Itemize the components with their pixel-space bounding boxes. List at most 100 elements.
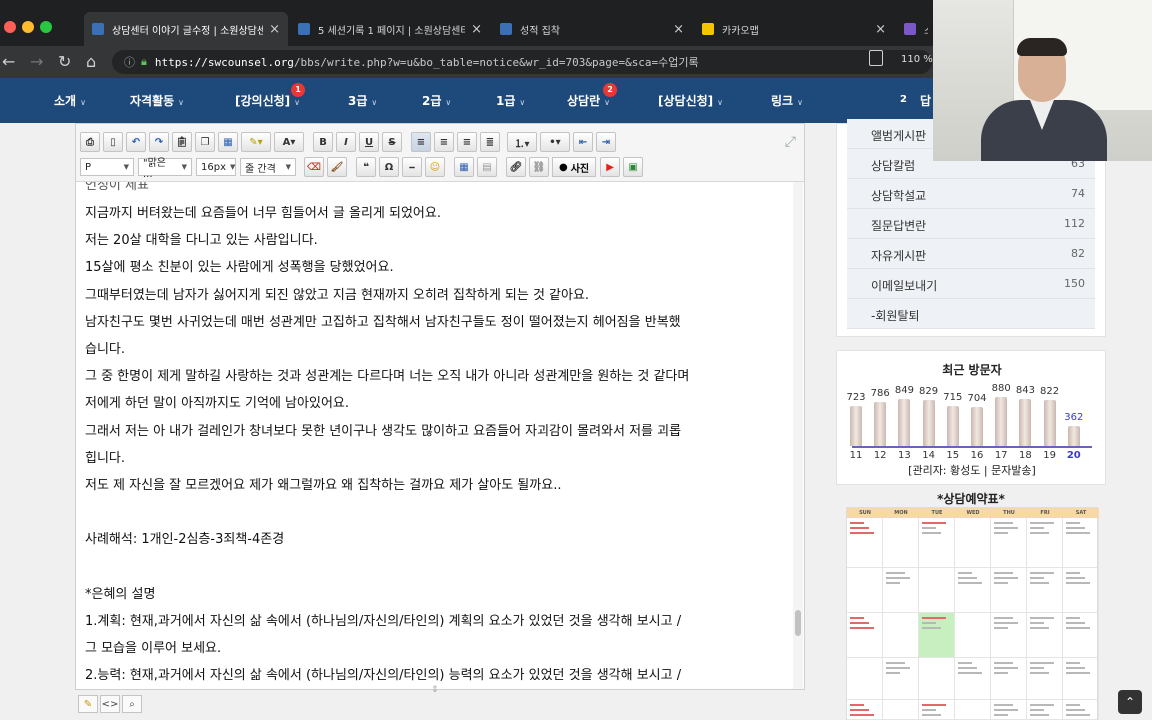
unlink-icon[interactable]: ⛓︎ [529, 157, 549, 177]
calendar-cell[interactable] [1027, 700, 1063, 720]
unordered-list-icon[interactable]: •▾ [540, 132, 570, 152]
home-icon[interactable]: ⌂ [86, 52, 96, 72]
nav-item-1[interactable]: 자격활동 ∨ [130, 92, 184, 109]
calendar-cell[interactable] [883, 658, 919, 700]
calendar-cell[interactable] [955, 568, 991, 613]
calendar-cell[interactable] [919, 613, 955, 658]
align-justify-icon[interactable]: ≣ [480, 132, 500, 152]
calendar-cell[interactable] [919, 700, 955, 720]
font-size-select[interactable]: 16px ▼ [196, 158, 236, 176]
print-icon[interactable]: ⎙ [80, 132, 100, 152]
format-brush-icon[interactable]: 🖌︎ [327, 157, 347, 177]
calendar-cell[interactable] [955, 518, 991, 568]
calendar-cell[interactable] [991, 700, 1027, 720]
fullscreen-icon[interactable]: ⤢ [785, 134, 796, 150]
calendar-cell[interactable] [1027, 568, 1063, 613]
calendar-cell[interactable] [1027, 613, 1063, 658]
select-all-icon[interactable]: ▦ [218, 132, 238, 152]
calendar-cell[interactable] [847, 613, 883, 658]
outdent-icon[interactable]: ⇤ [573, 132, 593, 152]
italic-button[interactable]: I [336, 132, 356, 152]
calendar-cell[interactable] [991, 613, 1027, 658]
maximize-window-button[interactable] [40, 21, 52, 33]
sidebar-item[interactable]: 질문답변란 112 [847, 209, 1095, 239]
editor-scrollbar[interactable] [793, 182, 803, 689]
sidebar-item[interactable]: 이메일보내기 150 [847, 269, 1095, 299]
editor-content[interactable]: 언정이 제표 지금까지 버텨왔는데 요즘들어 너무 힘들어서 글 올리게 되었어… [76, 182, 791, 689]
calendar-cell[interactable] [1063, 613, 1099, 658]
back-arrow-icon[interactable]: ← [2, 52, 15, 72]
highlight-color-icon[interactable]: ✎▾ [241, 132, 271, 152]
redo-icon[interactable]: ↷ [149, 132, 169, 152]
nav-right-item[interactable]: 답 [920, 92, 931, 109]
calendar-cell[interactable] [883, 700, 919, 720]
ordered-list-icon[interactable]: ⒈▾ [507, 132, 537, 152]
close-window-button[interactable] [4, 21, 16, 33]
nav-item-6[interactable]: 상담란 ∨ 2 [567, 83, 617, 109]
sidebar-item[interactable]: -회원탈퇴 [847, 299, 1095, 329]
sidebar-item[interactable]: 자유게시판 82 [847, 239, 1095, 269]
calendar-cell[interactable] [883, 613, 919, 658]
bold-button[interactable]: B [313, 132, 333, 152]
emoticon-icon[interactable]: ☺ [425, 157, 445, 177]
link-icon[interactable]: 🔗︎ [506, 157, 526, 177]
paste-icon[interactable]: 📋︎ [172, 132, 192, 152]
preview-zoom-icon[interactable]: ⌕ [122, 695, 142, 713]
font-color-icon[interactable]: A▾ [274, 132, 304, 152]
font-family-select[interactable]: "맑은 ... ▼ [138, 158, 192, 180]
align-center-icon[interactable]: ≡ [434, 132, 454, 152]
calendar-cell[interactable] [955, 658, 991, 700]
calendar-cell[interactable] [955, 613, 991, 658]
scroll-to-top-button[interactable]: ⌃ [1118, 690, 1142, 714]
reservation-calendar[interactable]: SUN MON TUE WED THU FRI SAT [846, 507, 1099, 720]
horizontal-rule-icon[interactable]: ⎯ [402, 157, 422, 177]
photo-upload-button[interactable]: ● 사진 [552, 157, 597, 177]
copy-icon[interactable]: ❐ [195, 132, 215, 152]
calendar-cell[interactable] [1063, 568, 1099, 613]
browser-tab-3[interactable]: 카카오맵 × [694, 12, 894, 46]
scroll-thumb[interactable] [795, 610, 801, 636]
nav-item-2[interactable]: [강의신청] ∨ 1 [235, 83, 305, 109]
strikethrough-button[interactable]: S [382, 132, 402, 152]
nav-item-7[interactable]: [상담신청] ∨ [658, 92, 723, 109]
table-edit-icon[interactable]: ▤ [477, 157, 497, 177]
reload-icon[interactable]: ↻ [58, 52, 71, 72]
new-document-icon[interactable]: ▯ [103, 132, 123, 152]
special-char-icon[interactable]: Ω [379, 157, 399, 177]
table-icon[interactable]: ▦ [454, 157, 474, 177]
html-mode-icon[interactable]: <> [100, 695, 120, 713]
nav-item-4[interactable]: 2급 ∨ [422, 92, 451, 109]
forward-arrow-icon[interactable]: → [30, 52, 43, 72]
calendar-cell[interactable] [919, 518, 955, 568]
eraser-icon[interactable]: ⌫ [304, 157, 324, 177]
calendar-cell[interactable] [919, 568, 955, 613]
nav-item-3[interactable]: 3급 ∨ [348, 92, 377, 109]
calendar-cell[interactable] [1063, 658, 1099, 700]
calendar-cell[interactable] [883, 518, 919, 568]
info-icon[interactable]: ⓘ [124, 54, 135, 70]
line-height-select[interactable]: 줄 간격 ▼ [240, 158, 296, 176]
browser-tab-2[interactable]: 성적 집착 × [492, 12, 692, 46]
align-left-icon[interactable]: ≡ [411, 132, 431, 152]
youtube-icon[interactable]: ▶ [600, 157, 621, 177]
browser-tab-0[interactable]: 상담센터 이야기 글수정 | 소원상담센 × [84, 12, 288, 46]
undo-icon[interactable]: ↶ [126, 132, 146, 152]
calendar-cell[interactable] [847, 700, 883, 720]
calendar-cell[interactable] [919, 658, 955, 700]
calendar-cell[interactable] [883, 568, 919, 613]
calendar-cell[interactable] [1063, 700, 1099, 720]
calendar-cell[interactable] [991, 568, 1027, 613]
calendar-cell[interactable] [847, 658, 883, 700]
reader-mode-icon[interactable] [869, 50, 883, 66]
close-tab-icon[interactable]: × [875, 22, 886, 37]
nav-item-5[interactable]: 1급 ∨ [496, 92, 525, 109]
browser-tab-1[interactable]: 5 세션기록 1 페이지 | 소원상담센터 × [290, 12, 490, 46]
calendar-cell[interactable] [847, 518, 883, 568]
calendar-cell[interactable] [1027, 518, 1063, 568]
sidebar-item[interactable]: 상담학설교 74 [847, 179, 1095, 209]
edit-mode-pencil-icon[interactable]: ✎ [78, 695, 98, 713]
browser-tab-4[interactable]: 스 [896, 12, 936, 46]
calendar-cell[interactable] [1027, 658, 1063, 700]
minimize-window-button[interactable] [22, 21, 34, 33]
indent-icon[interactable]: ⇥ [596, 132, 616, 152]
